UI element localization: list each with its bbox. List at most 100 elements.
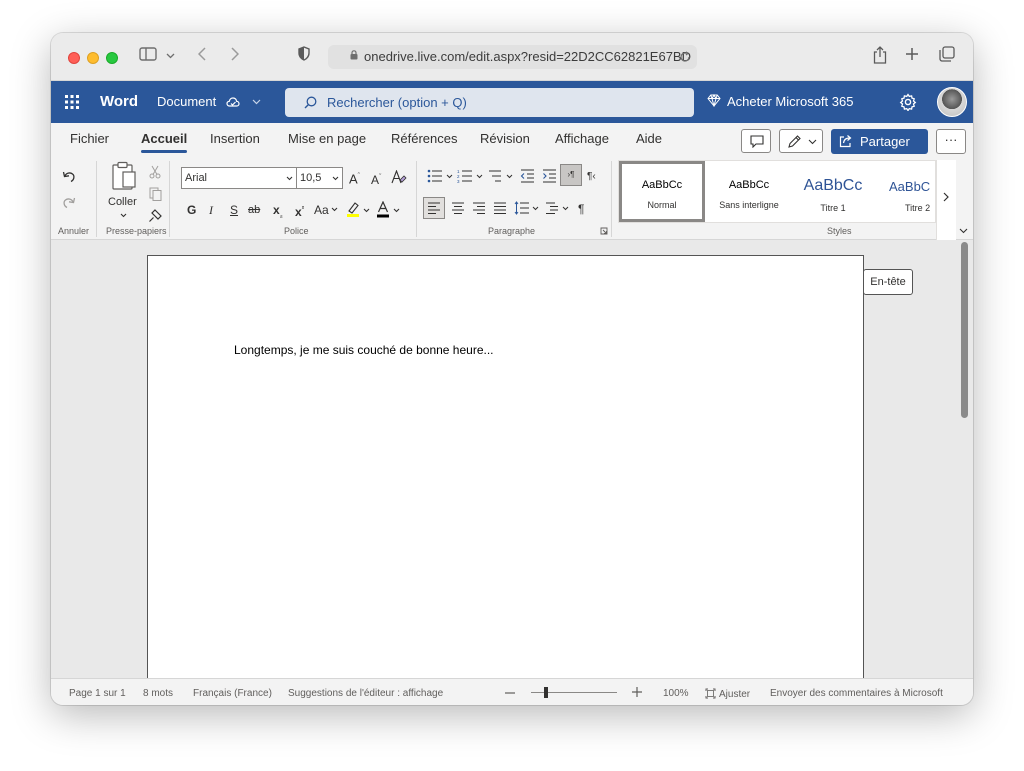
tab-insertion[interactable]: Insertion xyxy=(210,131,260,146)
close-window-button[interactable] xyxy=(68,52,80,64)
rtl-paragraph-button[interactable]: ¶‹ xyxy=(587,169,596,185)
cut-icon[interactable] xyxy=(149,165,161,179)
style-normal[interactable]: AaBbCc Normal xyxy=(619,161,705,222)
italic-button[interactable]: I xyxy=(209,202,213,218)
editor-suggestions[interactable]: Suggestions de l'éditeur : affichage xyxy=(288,688,443,699)
sidebar-toggle-button[interactable] xyxy=(137,46,159,68)
forward-button[interactable] xyxy=(226,46,244,68)
justify-icon[interactable] xyxy=(493,201,507,215)
zoom-in-icon[interactable] xyxy=(632,687,642,697)
group-divider xyxy=(96,161,97,237)
document-name-menu[interactable]: Document xyxy=(157,94,261,109)
tab-overview-button[interactable] xyxy=(937,46,957,68)
document-body-text[interactable]: Longtemps, je me suis couché de bonne he… xyxy=(234,343,494,357)
sidebar-menu-chevron[interactable] xyxy=(163,46,177,68)
tab-fichier[interactable]: Fichier xyxy=(70,131,109,146)
chevron-down-icon xyxy=(252,99,260,105)
style-no-spacing[interactable]: AaBbCc Sans interligne xyxy=(707,161,791,222)
format-painter-icon[interactable] xyxy=(148,209,162,223)
document-page[interactable]: Longtemps, je me suis couché de bonne he… xyxy=(147,255,864,685)
minimize-window-button[interactable] xyxy=(87,52,99,64)
share-page-button[interactable] xyxy=(871,46,889,68)
styles-scroll-right-button[interactable] xyxy=(936,160,956,240)
browser-window: onedrive.live.com/edit.aspx?resid=22D2CC… xyxy=(51,33,973,705)
zoom-window-button[interactable] xyxy=(106,52,118,64)
language-indicator[interactable]: Français (France) xyxy=(193,688,272,699)
grow-font-button[interactable]: Aˆ xyxy=(349,169,360,187)
word-app-header: Word Document Rechercher (option + Q) Ac… xyxy=(51,81,973,123)
underline-button[interactable]: S xyxy=(230,202,238,218)
style-heading-2[interactable]: AaBbC Titre 2 xyxy=(877,161,935,222)
app-launcher-icon[interactable] xyxy=(64,94,80,110)
zoom-out-icon[interactable] xyxy=(505,692,515,694)
numbering-icon[interactable]: 123 xyxy=(457,169,485,183)
send-feedback-link[interactable]: Envoyer des commentaires à Microsoft xyxy=(770,688,943,699)
clipboard-group-label: Presse-papiers xyxy=(106,226,167,236)
comment-icon xyxy=(750,135,764,148)
redo-icon[interactable] xyxy=(61,195,77,211)
word-count[interactable]: 8 mots xyxy=(143,688,173,699)
tab-aide[interactable]: Aide xyxy=(636,131,662,146)
shrink-font-button[interactable]: Aˇ xyxy=(371,170,381,188)
style-heading-1[interactable]: AaBbCc Titre 1 xyxy=(791,161,875,222)
more-options-button[interactable]: ··· xyxy=(936,129,966,154)
paste-button[interactable]: Coller xyxy=(106,161,142,219)
url-text: onedrive.live.com/edit.aspx?resid=22D2CC… xyxy=(364,49,691,64)
back-button[interactable] xyxy=(193,46,211,68)
increase-indent-icon[interactable] xyxy=(542,169,557,183)
new-tab-button[interactable] xyxy=(903,46,921,68)
paragraph-spacing-icon[interactable] xyxy=(545,201,573,215)
tab-mise-en-page[interactable]: Mise en page xyxy=(288,131,366,146)
dialog-launcher-icon[interactable] xyxy=(600,227,608,235)
font-name-value: Arial xyxy=(185,172,208,184)
zoom-slider-thumb[interactable] xyxy=(544,687,548,698)
zoom-level[interactable]: 100% xyxy=(663,688,689,699)
decrease-indent-icon[interactable] xyxy=(520,169,535,183)
ltr-paragraph-button[interactable]: ›¶ xyxy=(560,164,582,186)
line-spacing-icon[interactable] xyxy=(514,201,542,215)
multilevel-list-icon[interactable] xyxy=(488,169,516,183)
header-tag[interactable]: En-tête xyxy=(863,269,913,295)
search-input[interactable]: Rechercher (option + Q) xyxy=(285,88,694,117)
tab-revision[interactable]: Révision xyxy=(480,131,530,146)
font-color-button[interactable] xyxy=(376,200,402,222)
font-size-select[interactable]: 10,5 xyxy=(296,167,343,189)
privacy-report-button[interactable] xyxy=(295,46,313,68)
highlight-color-button[interactable] xyxy=(346,201,374,221)
ribbon-expand-icon[interactable] xyxy=(959,228,968,234)
tab-affichage[interactable]: Affichage xyxy=(555,131,609,146)
reload-icon[interactable] xyxy=(679,51,691,63)
strikethrough-button[interactable]: ab xyxy=(248,202,260,218)
share-icon xyxy=(873,46,887,64)
bold-button[interactable]: G xyxy=(187,202,196,218)
superscript-button[interactable]: x² xyxy=(295,202,304,220)
copy-icon[interactable] xyxy=(149,187,162,201)
vertical-scrollbar[interactable] xyxy=(961,242,968,418)
clear-formatting-icon[interactable] xyxy=(391,170,407,185)
share-button[interactable]: Partager xyxy=(831,129,928,170)
chevron-down-icon xyxy=(286,176,293,181)
address-bar[interactable]: onedrive.live.com/edit.aspx?resid=22D2CC… xyxy=(328,45,697,69)
bullets-icon[interactable] xyxy=(427,169,455,183)
show-formatting-marks-button[interactable]: ¶ xyxy=(578,201,584,217)
gear-icon[interactable] xyxy=(899,93,917,111)
font-size-value: 10,5 xyxy=(300,172,322,184)
subscript-button[interactable]: x₂ xyxy=(273,202,283,224)
style-preview: AaBbCc xyxy=(728,179,770,191)
align-right-icon[interactable] xyxy=(472,201,486,215)
avatar[interactable] xyxy=(937,87,967,117)
zoom-slider[interactable] xyxy=(531,687,617,698)
align-left-button[interactable] xyxy=(423,197,445,219)
buy-microsoft-365-link[interactable]: Acheter Microsoft 365 xyxy=(707,94,853,109)
app-name[interactable]: Word xyxy=(100,93,138,110)
undo-icon[interactable] xyxy=(61,169,77,185)
style-name: Titre 1 xyxy=(820,203,846,213)
tab-accueil[interactable]: Accueil xyxy=(141,131,188,153)
font-name-select[interactable]: Arial xyxy=(181,167,297,189)
fit-button[interactable]: Ajuster xyxy=(705,688,750,700)
tab-references[interactable]: Références xyxy=(391,131,457,146)
comments-button[interactable] xyxy=(741,129,771,153)
align-center-icon[interactable] xyxy=(451,201,465,215)
change-case-button[interactable]: Aa xyxy=(314,202,338,218)
editing-mode-button[interactable] xyxy=(779,129,823,153)
